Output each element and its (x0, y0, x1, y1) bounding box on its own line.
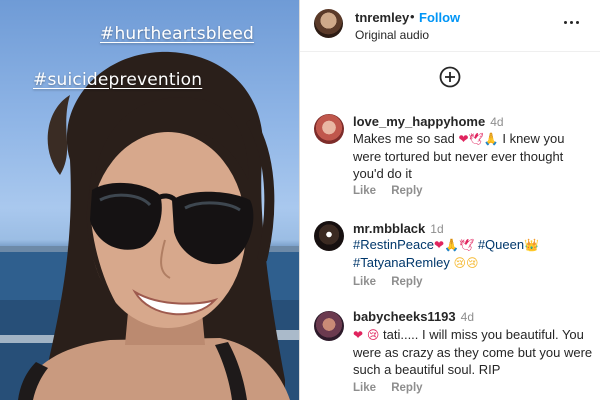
caption-hashtag-1: #hurtheartsbleed (100, 24, 255, 44)
comment-text: #RestinPeace❤🙏🕊 #Queen👑 #TatyanaRemley 😢… (353, 236, 593, 272)
like-button[interactable]: Like (353, 185, 376, 197)
crown-emoji: 👑 (524, 238, 540, 252)
hashtag-link[interactable]: #Queen (478, 237, 524, 252)
caption-hashtag-2: #suicideprevention (33, 70, 203, 90)
reply-button[interactable]: Reply (391, 382, 422, 394)
separator-dot: • (410, 9, 415, 24)
audio-label[interactable]: Original audio (355, 28, 429, 42)
commenter-username[interactable]: babycheeks1193 4d (353, 309, 474, 324)
commenter-name[interactable]: mr.mbblack (353, 221, 425, 236)
comment-actions: Like Reply (353, 185, 435, 197)
commenter-name[interactable]: love_my_happyhome (353, 114, 485, 129)
post-header: tnremley • Follow Original audio (300, 0, 600, 52)
comment-emoji: ❤🕊🙏 (458, 132, 499, 146)
commenter-avatar[interactable] (314, 114, 344, 144)
comment-time: 1d (430, 222, 444, 236)
comment-time: 4d (460, 310, 474, 324)
commenter-username[interactable]: love_my_happyhome 4d (353, 114, 504, 129)
reply-button[interactable]: Reply (391, 276, 422, 288)
follow-button[interactable]: Follow (419, 10, 460, 25)
commenter-name[interactable]: babycheeks1193 (353, 309, 456, 324)
like-button[interactable]: Like (353, 276, 376, 288)
commenter-username[interactable]: mr.mbblack 1d (353, 221, 444, 236)
comment-actions: Like Reply (353, 382, 435, 394)
comment-emoji: ❤🙏🕊 (433, 238, 475, 252)
crying-emoji: 😢😢 (453, 256, 479, 270)
reel-photo (0, 51, 299, 400)
comments-panel: tnremley • Follow Original audio love_my… (300, 0, 600, 400)
author-username[interactable]: tnremley (355, 10, 409, 25)
hashtag-link[interactable]: #RestinPeace (353, 237, 434, 252)
commenter-avatar[interactable] (314, 311, 344, 341)
add-circle-icon[interactable] (439, 66, 461, 88)
comment-text-part: Makes me so sad (353, 131, 455, 146)
comment-time: 4d (490, 115, 504, 129)
more-options-icon[interactable] (562, 12, 582, 32)
comment-text: Makes me so sad ❤🕊🙏 I knew you were tort… (353, 130, 593, 182)
comment-actions: Like Reply (353, 276, 435, 288)
like-button[interactable]: Like (353, 382, 376, 394)
reply-button[interactable]: Reply (391, 185, 422, 197)
comment-text-part: tati..... I will miss you beautiful. You… (353, 327, 593, 377)
hashtag-link[interactable]: #TatyanaRemley (353, 255, 450, 270)
reel-video[interactable]: #hurtheartsbleed #suicideprevention (0, 0, 299, 400)
comment-emoji: ❤ 😢 (353, 328, 380, 342)
author-avatar[interactable] (314, 9, 343, 38)
comment-text: ❤ 😢 tati..... I will miss you beautiful.… (353, 326, 593, 378)
commenter-avatar[interactable] (314, 221, 344, 251)
